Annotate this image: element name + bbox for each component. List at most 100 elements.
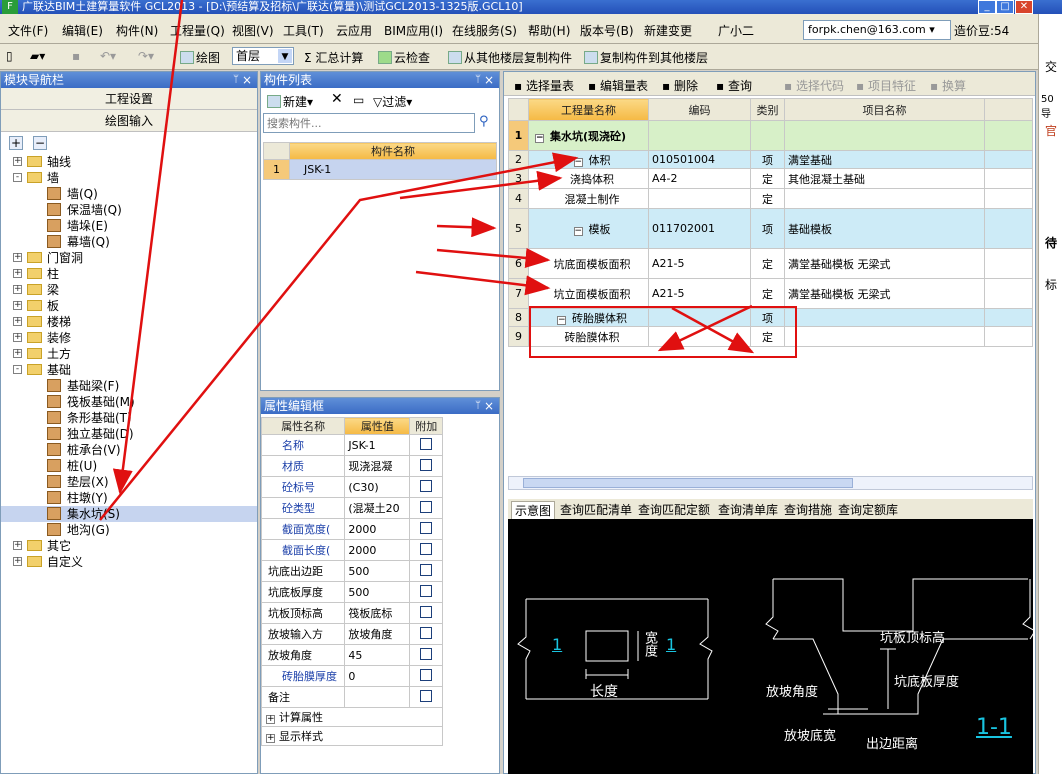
checkbox-icon[interactable] xyxy=(420,521,433,534)
property-row[interactable]: 放坡角度 45 xyxy=(260,644,443,666)
prop-checkbox[interactable] xyxy=(409,665,443,687)
collapse-icon[interactable]: − xyxy=(573,157,583,167)
collapse-icon[interactable]: − xyxy=(557,315,566,325)
category-cell[interactable]: 项 xyxy=(750,308,785,327)
prop-value[interactable]: 2000 xyxy=(344,539,411,561)
qty-toolbar-button-6[interactable]: ▪ 换算 xyxy=(930,77,966,94)
expand-icon[interactable]: + xyxy=(13,349,22,358)
prop-checkbox[interactable] xyxy=(409,476,443,498)
scrollbar-thumb[interactable] xyxy=(523,478,853,488)
delete-icon[interactable]: ✕ xyxy=(331,91,343,107)
item-name-cell[interactable]: 基础模板 xyxy=(784,208,985,249)
property-row[interactable]: 名称 JSK-1 xyxy=(260,434,443,456)
expand-icon[interactable]: + xyxy=(13,157,22,166)
code-cell[interactable]: A21-5 xyxy=(648,248,751,279)
category-cell[interactable]: 定 xyxy=(750,326,785,347)
expand-icon[interactable]: + xyxy=(13,557,22,566)
checkbox-icon[interactable] xyxy=(420,437,433,450)
open-file-icon[interactable]: ▰▾ xyxy=(30,49,45,63)
prop-value[interactable]: (C30) xyxy=(344,476,411,498)
account-box[interactable]: forpk.chen@163.com ▾ xyxy=(803,20,951,40)
tree-item[interactable]: + 其它 xyxy=(1,538,257,554)
qty-toolbar-button-4[interactable]: ▪ 选择代码 xyxy=(784,77,844,94)
checkbox-icon[interactable] xyxy=(420,563,433,576)
prop-checkbox[interactable] xyxy=(409,581,443,603)
qty-name-cell[interactable]: − 砖胎膜体积 xyxy=(528,308,649,327)
horizontal-scrollbar[interactable] xyxy=(508,476,1033,490)
new-file-icon[interactable]: ▯ xyxy=(6,49,13,63)
checkbox-icon[interactable] xyxy=(420,458,433,471)
table-row[interactable]: 4 混凝土制作 定 xyxy=(508,188,1033,209)
expand-icon[interactable]: + xyxy=(13,317,22,326)
prop-value[interactable]: 放坡角度 xyxy=(344,623,411,645)
prop-checkbox[interactable] xyxy=(409,623,443,645)
tab-4[interactable]: 查询措施 xyxy=(784,501,832,518)
qty-name-cell[interactable]: 砖胎膜体积 xyxy=(528,326,649,347)
checkbox-icon[interactable] xyxy=(420,500,433,513)
copy-to-floor-button[interactable]: 复制构件到其他楼层 xyxy=(584,49,708,66)
tree-item[interactable]: 幕墙(Q) xyxy=(1,234,257,250)
category-cell[interactable]: 定 xyxy=(750,188,785,209)
qty-toolbar-button-0[interactable]: ▪ 选择量表 xyxy=(514,77,574,94)
property-group[interactable]: + 显示样式 xyxy=(261,726,443,746)
menu-item-4[interactable]: 视图(V) xyxy=(232,22,274,39)
save-icon[interactable]: ▪ xyxy=(72,49,80,63)
prop-value[interactable]: 2000 xyxy=(344,518,411,540)
prop-checkbox[interactable] xyxy=(409,602,443,624)
property-row[interactable]: 材质 现浇混凝 xyxy=(260,455,443,477)
qty-name-cell[interactable]: 坑立面模板面积 xyxy=(528,278,649,309)
pin-icon[interactable]: ᛘ xyxy=(475,398,481,414)
expand-icon[interactable]: + xyxy=(13,253,22,262)
property-row[interactable]: 放坡输入方 放坡角度 xyxy=(260,623,443,645)
tab-2[interactable]: 查询匹配定额 xyxy=(638,501,710,518)
prop-value[interactable]: 现浇混凝 xyxy=(344,455,411,477)
qty-name-cell[interactable]: − 集水坑(现浇砼) xyxy=(528,120,649,151)
collapse-all-icon[interactable]: − xyxy=(33,136,47,150)
tab-1[interactable]: 查询匹配清单 xyxy=(560,501,632,518)
expand-icon[interactable]: + xyxy=(266,715,275,724)
item-name-cell[interactable] xyxy=(784,308,985,327)
tree-item[interactable]: + 柱 xyxy=(1,266,257,282)
menu-item-3[interactable]: 工程量(Q) xyxy=(170,22,225,39)
table-row[interactable]: 7 坑立面模板面积 A21-5 定满堂基础模板 无梁式 xyxy=(508,278,1033,309)
tree-item[interactable]: + 装修 xyxy=(1,330,257,346)
prop-value[interactable]: 筏板底标 xyxy=(344,602,411,624)
menu-item-12[interactable]: 广小二 xyxy=(718,22,754,39)
table-row[interactable]: 8− 砖胎膜体积项 xyxy=(508,308,1033,327)
property-row[interactable]: 坑底出边距 500 xyxy=(260,560,443,582)
tree-item[interactable]: + 轴线 xyxy=(1,154,257,170)
redo-icon[interactable]: ↷▾ xyxy=(138,49,154,63)
prop-value[interactable] xyxy=(344,686,411,708)
floor-select[interactable]: 首层 ▼ xyxy=(232,47,294,65)
table-row[interactable]: 1− 集水坑(现浇砼) xyxy=(508,120,1033,151)
tree-item[interactable]: + 梁 xyxy=(1,282,257,298)
item-name-cell[interactable]: 满堂基础模板 无梁式 xyxy=(784,248,985,279)
code-cell[interactable]: 011702001 xyxy=(648,208,751,249)
sum-calc-button[interactable]: Σ 汇总计算 xyxy=(304,49,363,66)
component-name-cell[interactable]: JSK-1 xyxy=(289,159,497,180)
group-cell[interactable]: + 计算属性 xyxy=(261,707,443,727)
collapse-icon[interactable]: − xyxy=(573,226,583,236)
table-row[interactable]: 1 JSK-1 xyxy=(263,159,497,180)
checkbox-icon[interactable] xyxy=(420,626,433,639)
menu-item-2[interactable]: 构件(N) xyxy=(116,22,158,39)
category-cell[interactable]: 项 xyxy=(750,150,785,169)
tree-item[interactable]: 垫层(X) xyxy=(1,474,257,490)
tree-item[interactable]: 保温墙(Q) xyxy=(1,202,257,218)
item-name-cell[interactable] xyxy=(784,188,985,209)
close-button[interactable]: ✕ xyxy=(1015,0,1033,14)
category-cell[interactable] xyxy=(750,120,785,151)
tree-item[interactable]: + 板 xyxy=(1,298,257,314)
code-cell[interactable] xyxy=(648,326,751,347)
checkbox-icon[interactable] xyxy=(420,668,433,681)
menu-item-6[interactable]: 云应用 xyxy=(336,22,372,39)
menu-item-11[interactable]: 新建变更 xyxy=(644,22,692,39)
item-name-cell[interactable] xyxy=(784,120,985,151)
menu-item-1[interactable]: 编辑(E) xyxy=(62,22,103,39)
menu-item-0[interactable]: 文件(F) xyxy=(8,22,48,39)
expand-icon[interactable]: + xyxy=(13,541,22,550)
pin-icon[interactable]: ᛘ xyxy=(233,72,239,88)
item-name-cell[interactable]: 其他混凝土基础 xyxy=(784,168,985,189)
tab-3[interactable]: 查询清单库 xyxy=(718,501,778,518)
table-row[interactable]: 2− 体积 010501004 项满堂基础 xyxy=(508,150,1033,169)
